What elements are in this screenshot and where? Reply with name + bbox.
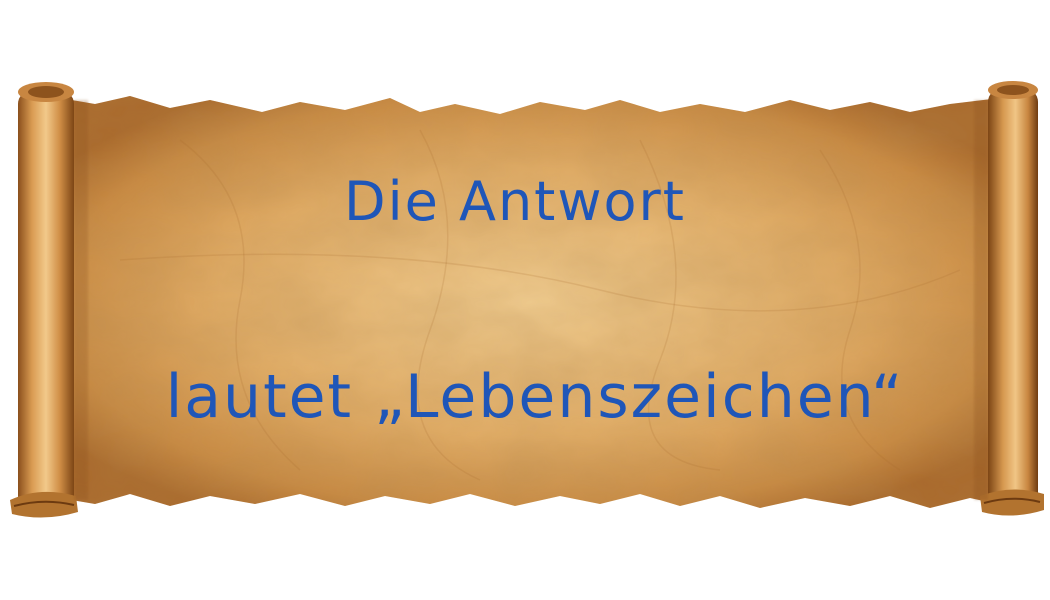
scroll-heading-text: Die Antwort bbox=[344, 170, 686, 233]
parchment-scroll-illustration bbox=[10, 81, 1044, 518]
scroll-answer-text: lautet „Lebenszeichen“ bbox=[165, 362, 905, 432]
right-scroll-roll bbox=[980, 81, 1044, 516]
left-scroll-roll bbox=[10, 82, 78, 518]
scroll-banner: Die Antwort lautet „Lebenszeichen“ bbox=[0, 0, 1050, 600]
